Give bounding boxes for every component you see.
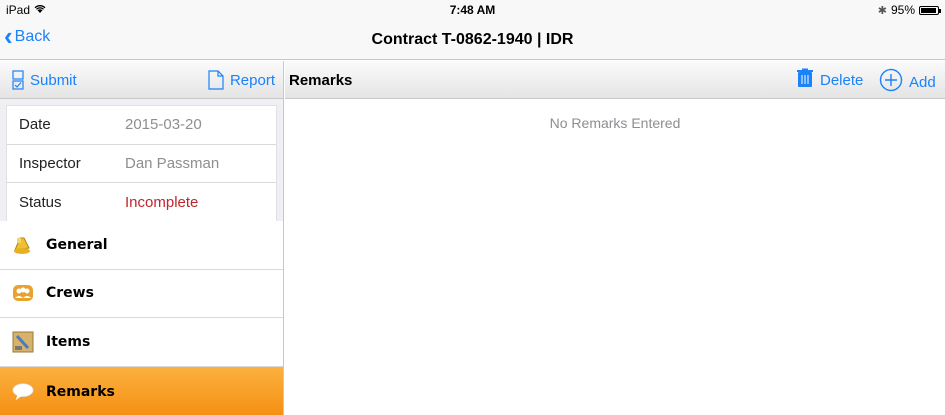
info-row-status: Status Incomplete xyxy=(7,183,276,222)
remarks-toolbar: Remarks Delete Add xyxy=(285,61,945,99)
report-label: Report xyxy=(229,71,275,89)
status-bar: iPad 7:48 AM ✱ 95% xyxy=(0,0,945,20)
remarks-pane: Remarks Delete Add No Remarks Entered xyxy=(285,61,945,415)
submit-label: Submit xyxy=(30,71,77,89)
submit-icon xyxy=(12,70,24,90)
plus-circle-icon xyxy=(879,68,903,96)
general-icon xyxy=(12,234,34,256)
delete-label: Delete xyxy=(820,71,864,89)
status-time: 7:48 AM xyxy=(449,3,496,17)
page-title: Contract T-0862-1940 | IDR xyxy=(371,31,574,48)
section-menu: General Crews Items Remarks xyxy=(0,221,283,415)
crews-icon xyxy=(12,282,34,304)
info-label: Inspector xyxy=(19,154,81,172)
add-button[interactable]: Add xyxy=(879,68,936,96)
menu-item-label: Crews xyxy=(46,285,94,302)
menu-item-label: Items xyxy=(46,333,91,350)
menu-item-general[interactable]: General xyxy=(0,221,283,270)
inspector-value: Dan Passman xyxy=(125,154,220,172)
document-icon xyxy=(208,70,224,90)
info-label: Date xyxy=(19,116,51,134)
info-label: Status xyxy=(19,193,62,211)
menu-item-label: Remarks xyxy=(46,383,115,400)
delete-button[interactable]: Delete xyxy=(796,68,863,92)
info-card: Date 2015-03-20 Inspector Dan Passman St… xyxy=(6,105,277,223)
menu-item-label: General xyxy=(46,236,108,253)
add-label: Add xyxy=(909,73,936,91)
navigation-bar: ‹ Back Contract T-0862-1940 | IDR xyxy=(0,20,945,60)
submit-button[interactable]: Submit xyxy=(12,70,77,90)
report-button[interactable]: Report xyxy=(208,70,275,90)
remarks-icon xyxy=(12,381,34,403)
remarks-title: Remarks xyxy=(289,72,353,89)
status-right: ✱ 95% xyxy=(877,3,941,17)
menu-item-remarks[interactable]: Remarks xyxy=(0,366,283,415)
battery-icon xyxy=(919,5,941,15)
date-value: 2015-03-20 xyxy=(125,116,202,134)
info-row-date: Date 2015-03-20 xyxy=(7,106,276,145)
empty-state-message: No Remarks Entered xyxy=(549,115,681,131)
trash-icon xyxy=(796,68,814,92)
left-pane: Submit Report Date 2015-03-20 Inspector … xyxy=(0,61,284,415)
menu-item-crews[interactable]: Crews xyxy=(0,270,283,318)
bluetooth-icon: ✱ xyxy=(877,4,887,17)
items-icon xyxy=(12,331,34,353)
info-row-inspector: Inspector Dan Passman xyxy=(7,145,276,183)
status-value: Incomplete xyxy=(125,193,199,211)
left-toolbar: Submit Report xyxy=(0,61,283,99)
menu-item-items[interactable]: Items xyxy=(0,318,283,367)
battery-percent: 95% xyxy=(890,3,915,17)
